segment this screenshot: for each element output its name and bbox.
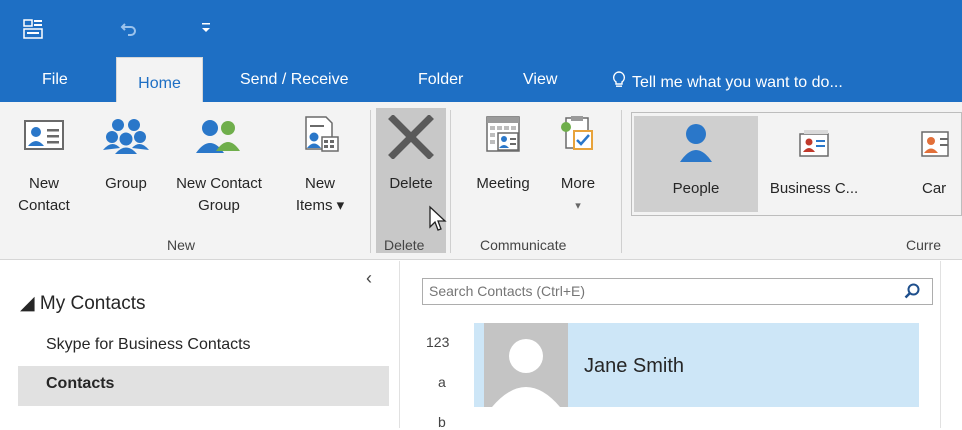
search-contacts-box[interactable] [422, 278, 933, 305]
group-label-current-view: Curre [906, 237, 942, 253]
people-icon [676, 120, 716, 164]
more-dropdown-arrow: ▾ [575, 200, 581, 212]
ribbon-separator [370, 110, 371, 253]
more-button[interactable]: More ▾ [548, 115, 608, 217]
outlook-icon[interactable] [22, 18, 46, 42]
tell-me-text: Tell me what you want to do... [632, 74, 843, 91]
view-people-button[interactable]: People [646, 120, 746, 200]
meeting-label: Meeting [476, 175, 530, 192]
search-input[interactable] [423, 279, 869, 303]
new-items-label-2: Items ▾ [295, 197, 345, 214]
index-123[interactable]: 123 [426, 334, 449, 350]
new-items-button[interactable]: New Items ▾ [290, 115, 350, 217]
my-contacts-folder[interactable]: ◢ My Contacts [20, 292, 145, 315]
new-contact-button[interactable]: New Contact [14, 115, 74, 217]
skype-contacts-folder[interactable]: Skype for Business Contacts [46, 336, 251, 354]
group-label-new: New [167, 237, 196, 253]
customize-quick-access-icon[interactable] [199, 18, 213, 41]
undo-icon[interactable] [119, 18, 139, 43]
new-contact-group-label-2: Group [198, 197, 240, 214]
tab-home[interactable]: Home [116, 57, 203, 102]
contact-card-icon [22, 115, 66, 159]
group-label: Group [105, 175, 147, 192]
new-contact-group-label-1: New Contact [176, 175, 262, 192]
view-people-label: People [672, 180, 720, 197]
business-card-icon [794, 120, 834, 164]
meeting-button[interactable]: Meeting [464, 115, 542, 195]
group-button[interactable]: Group [100, 115, 152, 195]
title-bar [0, 0, 962, 57]
ribbon-separator [621, 110, 622, 253]
meeting-icon [481, 115, 525, 159]
delete-button[interactable]: Delete [378, 114, 444, 195]
card-icon [920, 120, 960, 164]
view-card-button[interactable]: Car [914, 120, 962, 200]
group-label-delete: Delete [384, 237, 425, 253]
view-card-label: Car [922, 180, 947, 197]
search-icon[interactable] [904, 283, 920, 304]
index-a[interactable]: a [438, 374, 446, 390]
pane-divider [399, 261, 400, 428]
new-items-label-1: New [304, 175, 335, 192]
view-business-card-label: Business C... [769, 180, 859, 197]
tab-folder[interactable]: Folder [418, 71, 463, 89]
tab-send-receive[interactable]: Send / Receive [240, 71, 349, 89]
avatar [484, 323, 568, 407]
more-label: More [560, 175, 596, 192]
contact-group-icon [194, 115, 244, 159]
new-contact-label-1: New [28, 175, 59, 192]
new-contact-label-2: Contact [18, 197, 70, 214]
tab-view[interactable]: View [523, 71, 557, 89]
more-clipboard-icon [556, 115, 600, 159]
contacts-folder[interactable]: Contacts [46, 375, 114, 393]
tab-file[interactable]: File [42, 71, 68, 89]
pane-divider [940, 261, 941, 428]
lightbulb-icon [612, 71, 626, 94]
group-icon [102, 115, 150, 159]
collapse-pane-icon[interactable]: ‹ [366, 268, 372, 289]
delete-label: Delete [389, 175, 433, 192]
delete-x-icon [387, 114, 435, 160]
mouse-cursor-icon [428, 205, 448, 238]
new-contact-group-button[interactable]: New Contact Group [168, 115, 270, 217]
view-business-card-button[interactable]: Business C... [764, 120, 864, 200]
contact-name: Jane Smith [584, 355, 685, 377]
tell-me-box[interactable]: Tell me what you want to do... [612, 71, 843, 94]
new-items-icon [298, 115, 342, 159]
ribbon-separator [450, 110, 451, 253]
group-label-communicate: Communicate [480, 237, 567, 253]
